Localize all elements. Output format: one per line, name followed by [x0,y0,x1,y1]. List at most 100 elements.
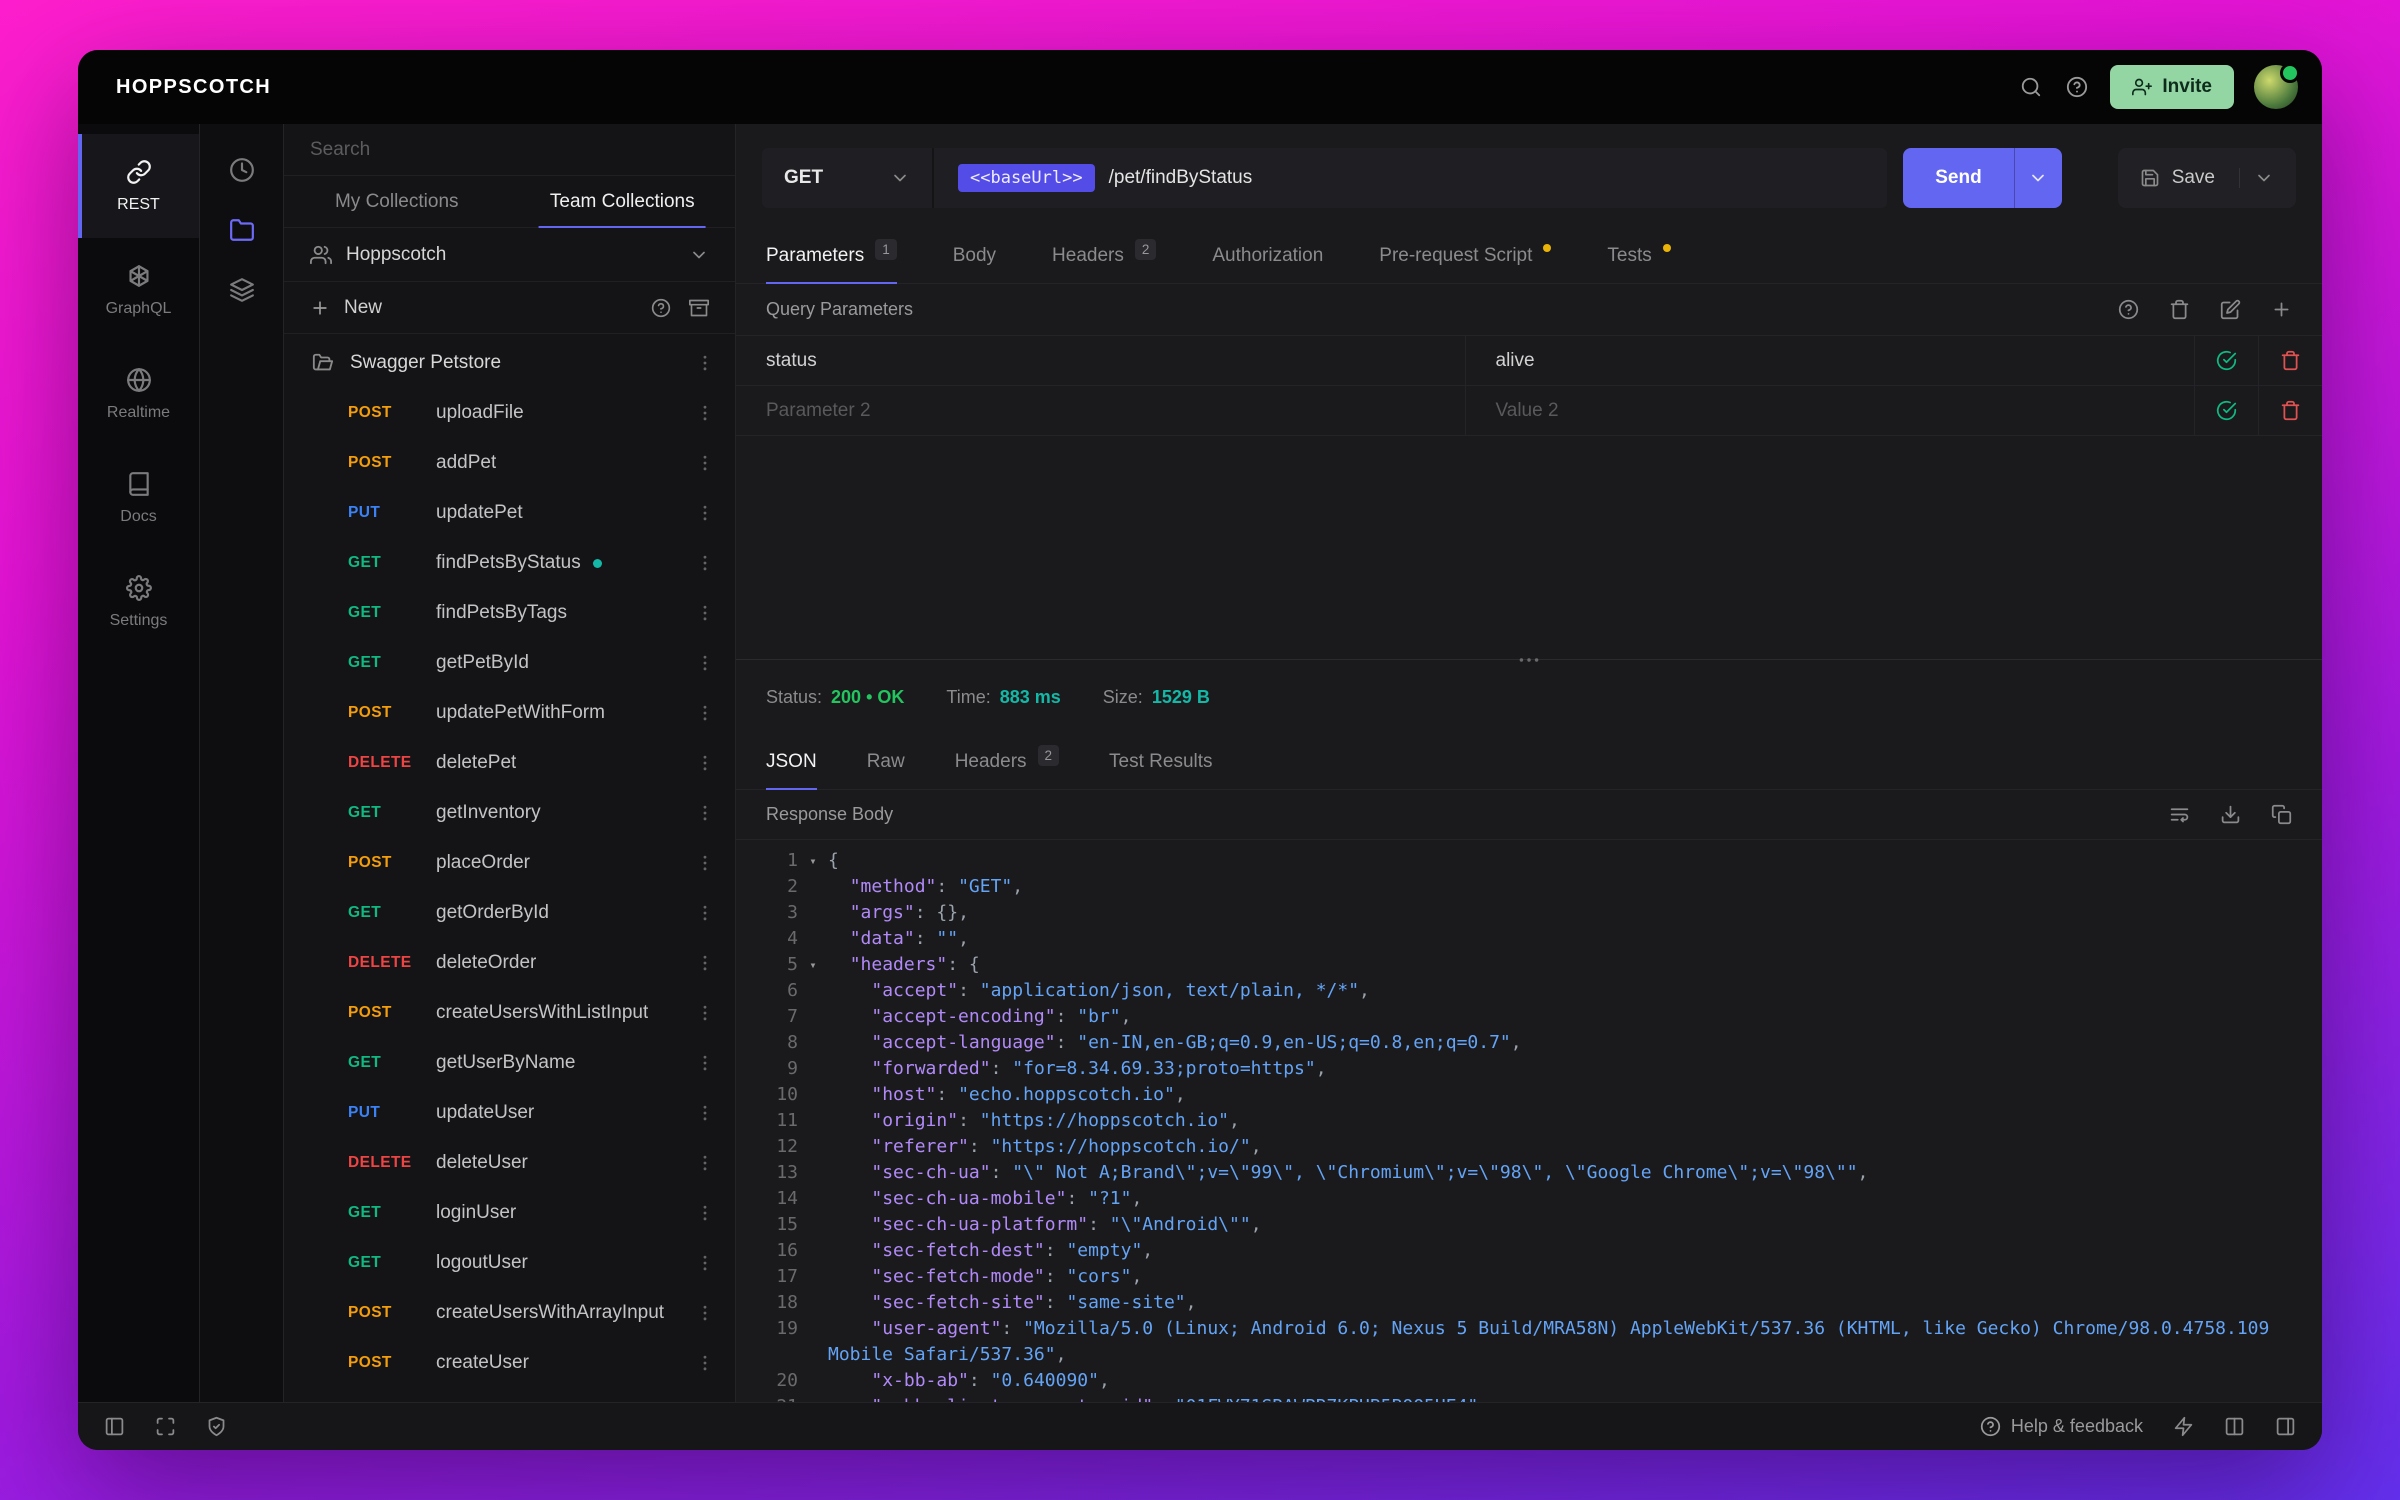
response-body-code[interactable]: 1 ▾{2 "method": "GET", 3 "args": {}, 4 "dat… [736,840,2322,1402]
nav-item-graphql[interactable]: GraphQL [78,238,199,342]
tab-body[interactable]: Body [953,228,996,283]
more-options-icon[interactable] [695,703,715,723]
shortcuts-icon[interactable] [2173,1416,2194,1437]
more-options-icon[interactable] [695,403,715,423]
toggle-sidebar-icon[interactable] [104,1416,125,1437]
collection-folder[interactable]: Swagger Petstore [284,338,735,388]
import-export-icon[interactable] [689,298,709,318]
collection-request-item[interactable]: GET findPetsByStatus [284,538,735,588]
collections-search-input[interactable] [310,138,709,161]
more-options-icon[interactable] [695,1103,715,1123]
more-options-icon[interactable] [695,1153,715,1173]
more-options-icon[interactable] [695,1053,715,1073]
collection-request-item[interactable]: GET getPetById [284,638,735,688]
more-options-icon[interactable] [695,603,715,623]
collection-request-item[interactable]: DELETE deleteOrder [284,938,735,988]
more-options-icon[interactable] [695,503,715,523]
wrap-lines-icon[interactable] [2169,804,2190,825]
collection-request-item[interactable]: DELETE deletePet [284,738,735,788]
param-value-input[interactable]: alive [1464,336,2195,385]
collection-request-item[interactable]: POST updatePetWithForm [284,688,735,738]
help-feedback-button[interactable]: Help & feedback [1980,1416,2143,1437]
collection-request-item[interactable]: DELETE deleteUser [284,1138,735,1188]
tab-headers[interactable]: Headers 2 [1052,228,1157,283]
collection-request-item[interactable]: GET getInventory [284,788,735,838]
more-options-icon[interactable] [695,1253,715,1273]
collection-tree[interactable]: Swagger Petstore POST uploadFile POST addPet… [284,334,735,1402]
collection-request-item[interactable]: POST createUsersWithListInput [284,988,735,1038]
copy-icon[interactable] [2271,804,2292,825]
more-options-icon[interactable] [695,553,715,573]
send-button[interactable]: Send [1903,148,2014,208]
collection-request-item[interactable]: PUT updatePet [284,488,735,538]
collection-request-item[interactable]: POST createUsersWithArrayInput [284,1288,735,1338]
collection-request-item[interactable]: POST addPet [284,438,735,488]
param-active-toggle[interactable] [2194,336,2258,385]
param-key-input[interactable]: Parameter 2 [736,386,1465,435]
collection-folder[interactable] [284,1388,735,1402]
fold-arrow-icon[interactable]: ▾ [798,848,828,874]
response-tab-headers[interactable]: Headers 2 [955,734,1060,789]
team-selector[interactable]: Hoppscotch [284,228,735,282]
tool-collections[interactable] [218,206,266,254]
more-options-icon[interactable] [695,853,715,873]
url-input[interactable]: <<baseUrl>> /pet/findByStatus [934,148,1887,208]
more-options-icon[interactable] [695,1003,715,1023]
support-button[interactable] [2054,64,2100,110]
param-delete-button[interactable] [2258,336,2322,385]
response-tab-raw[interactable]: Raw [867,734,905,789]
response-tab-json[interactable]: JSON [766,734,817,790]
more-options-icon[interactable] [695,1203,715,1223]
help-circle-icon[interactable] [2118,299,2139,320]
collection-request-item[interactable]: POST uploadFile [284,388,735,438]
method-select[interactable]: GET [762,148,934,208]
tool-environments[interactable] [218,266,266,314]
collection-request-item[interactable]: POST placeOrder [284,838,735,888]
collection-request-item[interactable]: PUT updateUser [284,1088,735,1138]
search-button[interactable] [2008,64,2054,110]
collections-tab[interactable]: Team Collections [510,176,736,227]
fold-arrow-icon[interactable]: ▾ [798,952,828,978]
save-options-button[interactable] [2239,168,2274,188]
collection-request-item[interactable]: GET getUserByName [284,1038,735,1088]
nav-item-rest[interactable]: REST [78,134,199,238]
more-options-icon[interactable] [695,453,715,473]
download-icon[interactable] [2220,804,2241,825]
invite-button[interactable]: Invite [2110,65,2234,109]
add-param-icon[interactable] [2271,299,2292,320]
more-options-icon[interactable] [695,803,715,823]
more-options-icon[interactable] [695,903,715,923]
shield-check-icon[interactable] [206,1416,227,1437]
collection-request-item[interactable]: GET logoutUser [284,1238,735,1288]
tab-pre-request-script[interactable]: Pre-request Script [1379,228,1552,283]
more-options-icon[interactable] [695,1303,715,1323]
help-circle-icon[interactable] [651,298,671,318]
more-options-icon[interactable] [695,653,715,673]
nav-item-docs[interactable]: Docs [78,446,199,550]
resize-handle-icon[interactable] [1516,647,1542,673]
param-delete-button[interactable] [2258,386,2322,435]
collections-tab[interactable]: My Collections [284,176,510,227]
collection-request-item[interactable]: GET findPetsByTags [284,588,735,638]
toggle-right-sidebar-icon[interactable] [2275,1416,2296,1437]
param-key-input[interactable]: status [736,336,1465,385]
tab-parameters[interactable]: Parameters 1 [766,228,897,284]
tab-authorization[interactable]: Authorization [1212,228,1323,283]
param-active-toggle[interactable] [2194,386,2258,435]
edit-icon[interactable] [2220,299,2241,320]
collection-request-item[interactable]: POST createUser [284,1338,735,1388]
more-options-icon[interactable] [695,953,715,973]
send-options-button[interactable] [2013,148,2062,208]
expand-icon[interactable] [155,1416,176,1437]
layout-columns-icon[interactable] [2224,1416,2245,1437]
nav-item-settings[interactable]: Settings [78,550,199,654]
response-tab-test-results[interactable]: Test Results [1109,734,1212,789]
param-value-input[interactable]: Value 2 [1464,386,2195,435]
collection-request-item[interactable]: GET loginUser [284,1188,735,1238]
clear-all-icon[interactable] [2169,299,2190,320]
save-button[interactable]: Save [2117,148,2296,208]
more-options-icon[interactable] [695,1353,715,1373]
nav-item-realtime[interactable]: Realtime [78,342,199,446]
tool-history[interactable] [218,146,266,194]
collection-request-item[interactable]: GET getOrderById [284,888,735,938]
